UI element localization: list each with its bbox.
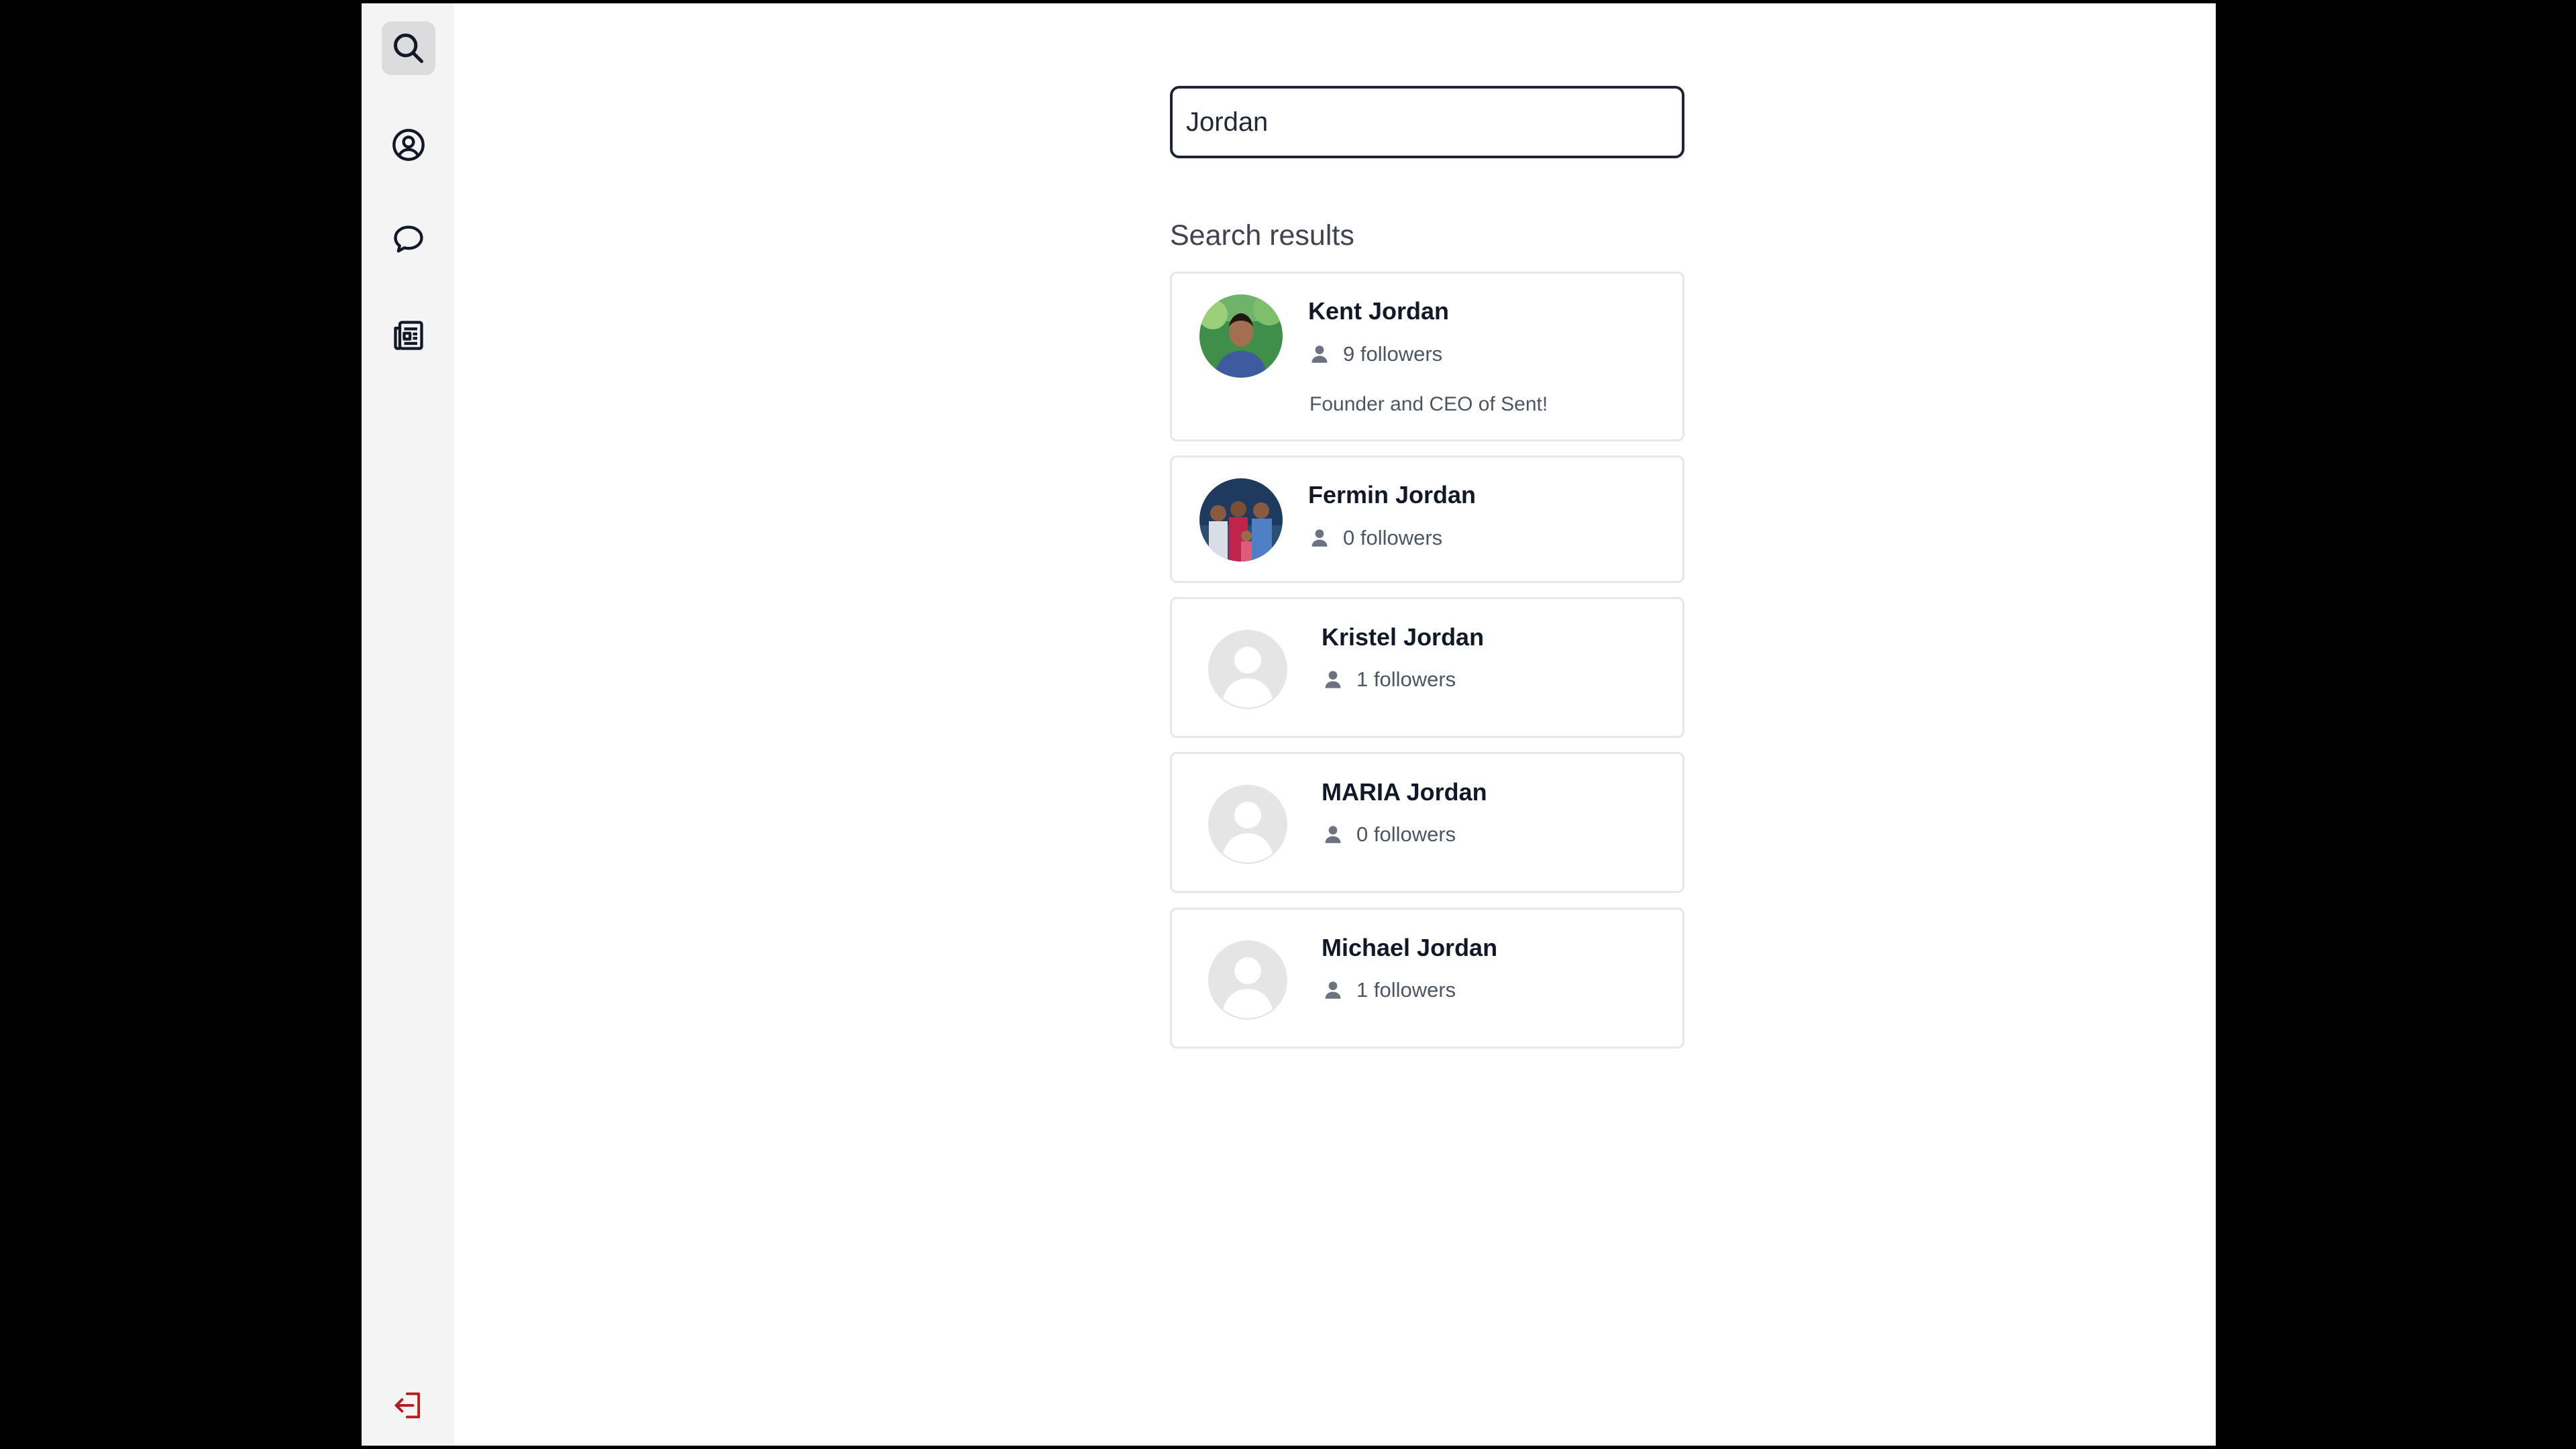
result-followers: 0 followers	[1311, 526, 1442, 550]
result-name[interactable]: MARIA Jordan	[1322, 778, 1487, 806]
result-followers: 1 followers	[1324, 667, 1456, 692]
sidebar-item-chat[interactable]	[382, 213, 435, 266]
search-icon	[394, 34, 423, 63]
result-card[interactable]: Kent Jordan 9 followers Founder and CEO …	[1170, 272, 1684, 441]
news-icon	[394, 321, 423, 350]
result-card[interactable]: Fermin Jordan 0 followers	[1170, 455, 1684, 583]
followers-count: 0 followers	[1356, 822, 1456, 846]
result-bio: Founder and CEO of Sent!	[1309, 393, 1548, 415]
person-icon	[1311, 529, 1328, 547]
followers-count: 1 followers	[1356, 667, 1456, 691]
result-card[interactable]: MARIA Jordan 0 followers	[1170, 752, 1684, 893]
person-icon	[1311, 345, 1328, 364]
main-content: Search results Kent Jordan 9 f	[454, 3, 2216, 1446]
result-name[interactable]: Kristel Jordan	[1322, 623, 1484, 651]
sidebar	[362, 3, 454, 1446]
logout-button[interactable]	[382, 1379, 435, 1432]
chat-icon	[394, 225, 423, 253]
person-icon	[1324, 670, 1342, 689]
sidebar-item-news[interactable]	[382, 309, 435, 362]
sidebar-item-profile[interactable]	[382, 118, 435, 172]
result-name[interactable]: Fermin Jordan	[1308, 481, 1476, 509]
default-user-icon	[1208, 941, 1287, 1020]
result-name[interactable]: Kent Jordan	[1308, 297, 1449, 325]
result-followers: 9 followers	[1311, 342, 1442, 366]
person-icon	[1324, 825, 1342, 844]
results-heading: Search results	[1170, 219, 1354, 252]
result-followers: 0 followers	[1324, 822, 1456, 847]
logout-icon	[394, 1392, 421, 1419]
followers-count: 9 followers	[1343, 342, 1443, 366]
avatar	[1199, 478, 1283, 561]
result-card[interactable]: Kristel Jordan 1 followers	[1170, 597, 1684, 738]
profile-icon	[392, 129, 425, 161]
person-icon	[1324, 981, 1342, 1000]
result-followers: 1 followers	[1324, 978, 1456, 1002]
search-input[interactable]	[1170, 86, 1684, 158]
followers-count: 0 followers	[1343, 526, 1443, 549]
sidebar-item-search[interactable]	[382, 21, 435, 75]
result-name[interactable]: Michael Jordan	[1322, 934, 1497, 962]
app-window: Search results Kent Jordan 9 f	[362, 3, 2216, 1446]
avatar	[1199, 294, 1283, 378]
result-card[interactable]: Michael Jordan 1 followers	[1170, 908, 1684, 1049]
default-user-icon	[1208, 630, 1287, 709]
followers-count: 1 followers	[1356, 978, 1456, 1002]
default-user-icon	[1208, 785, 1287, 864]
